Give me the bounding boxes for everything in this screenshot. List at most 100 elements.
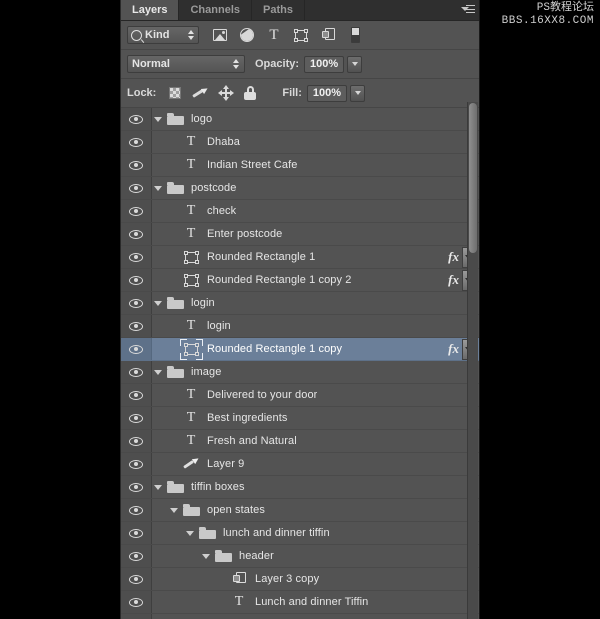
layer-row-body[interactable]: lunch and dinner tiffin bbox=[152, 522, 479, 544]
layer-name[interactable]: postcode bbox=[191, 182, 236, 194]
layer-row-body[interactable]: Layer 3 copy bbox=[152, 568, 479, 590]
layer-name[interactable]: Rounded Rectangle 1 copy bbox=[207, 343, 342, 355]
blend-mode-dropdown[interactable]: Normal bbox=[127, 55, 245, 73]
panel-menu-button[interactable] bbox=[457, 0, 479, 20]
layer-row-body[interactable]: postcode bbox=[152, 177, 479, 199]
layer-thumbnail[interactable] bbox=[164, 481, 186, 493]
layer-thumbnail[interactable]: T bbox=[180, 411, 202, 425]
layer-row-body[interactable]: open states bbox=[152, 499, 479, 521]
layer-row[interactable]: T Dhaba bbox=[121, 131, 479, 154]
layer-thumbnail[interactable]: T bbox=[180, 158, 202, 172]
disclosure-triangle-icon[interactable] bbox=[200, 554, 211, 559]
layer-thumbnail[interactable]: T bbox=[180, 227, 202, 241]
disclosure-triangle-icon[interactable] bbox=[152, 117, 163, 122]
layer-name[interactable]: Lunch and dinner Tiffin bbox=[255, 596, 368, 608]
disclosure-triangle-icon[interactable] bbox=[152, 301, 163, 306]
opacity-value[interactable]: 100% bbox=[304, 55, 345, 73]
layer-visibility-toggle[interactable] bbox=[121, 614, 152, 619]
layer-thumbnail[interactable] bbox=[179, 338, 203, 360]
layer-visibility-toggle[interactable] bbox=[121, 131, 152, 153]
layer-name[interactable]: Indian Street Cafe bbox=[207, 159, 297, 171]
layer-visibility-toggle[interactable] bbox=[121, 407, 152, 429]
layer-row-body[interactable]: Tlogin bbox=[152, 315, 479, 337]
disclosure-triangle-icon[interactable] bbox=[184, 531, 195, 536]
layer-visibility-toggle[interactable] bbox=[121, 223, 152, 245]
layer-thumbnail[interactable] bbox=[196, 527, 218, 539]
layer-row[interactable]: tiffin boxes bbox=[121, 476, 479, 499]
layer-row[interactable]: login bbox=[121, 292, 479, 315]
filter-toggle-switch[interactable] bbox=[347, 27, 363, 43]
layer-visibility-toggle[interactable] bbox=[121, 315, 152, 337]
layer-thumbnail[interactable]: T bbox=[180, 388, 202, 402]
layer-row-body[interactable]: login bbox=[152, 292, 479, 314]
layer-name[interactable]: Layer 3 copy bbox=[255, 573, 319, 585]
fx-icon[interactable]: fx bbox=[448, 341, 459, 357]
layer-visibility-toggle[interactable] bbox=[121, 361, 152, 383]
type-layer-filter-icon[interactable]: T bbox=[266, 27, 282, 43]
layer-thumbnail[interactable] bbox=[180, 455, 202, 471]
layer-row[interactable]: Layer 9 bbox=[121, 453, 479, 476]
layer-visibility-toggle[interactable] bbox=[121, 591, 152, 613]
layer-thumbnail[interactable] bbox=[164, 366, 186, 378]
layer-name[interactable]: Rounded Rectangle 1 copy 2 bbox=[207, 274, 351, 286]
layer-thumbnail[interactable]: T bbox=[180, 319, 202, 333]
layer-thumbnail[interactable] bbox=[180, 504, 202, 516]
lock-position-icon[interactable] bbox=[218, 85, 235, 101]
layer-thumbnail[interactable]: T bbox=[180, 135, 202, 149]
disclosure-triangle-icon[interactable] bbox=[152, 370, 163, 375]
layer-name[interactable]: login bbox=[207, 320, 231, 332]
layer-name[interactable]: Rounded Rectangle 1 bbox=[207, 251, 315, 263]
layer-row[interactable]: T Enter postcode bbox=[121, 223, 479, 246]
layer-row[interactable]: lunch and dinner tiffin bbox=[121, 522, 479, 545]
layer-thumbnail[interactable] bbox=[164, 297, 186, 309]
layer-row-body[interactable]: tiffin boxes bbox=[152, 476, 479, 498]
layer-row-body[interactable]: Tcheck bbox=[152, 200, 479, 222]
layer-row[interactable]: T Delivered to your door bbox=[121, 384, 479, 407]
layer-name[interactable]: lunch and dinner tiffin bbox=[223, 527, 330, 539]
layer-row-body[interactable]: Rounded Rectangle 1 copy 2 fx bbox=[152, 269, 479, 291]
layer-name[interactable]: login bbox=[191, 297, 215, 309]
layer-row[interactable]: Rounded Rectangle 1 copy 2 fx bbox=[121, 269, 479, 292]
layer-visibility-toggle[interactable] bbox=[121, 154, 152, 176]
layer-row[interactable]: postcode bbox=[121, 177, 479, 200]
layer-row-body[interactable]: Layer 9 bbox=[152, 453, 479, 475]
layer-row-body[interactable]: Rounded Rectangle 1 copy fx bbox=[152, 338, 479, 360]
layer-row[interactable]: T Best ingredients bbox=[121, 407, 479, 430]
layer-row-body[interactable]: T Lunch and dinner Tiffin bbox=[152, 591, 479, 613]
shape-layer-filter-icon[interactable] bbox=[293, 27, 309, 43]
layer-row-body[interactable]: T Best ingredients bbox=[152, 407, 479, 429]
layer-thumbnail[interactable]: T bbox=[180, 434, 202, 448]
layer-row[interactable]: Rounded Rectangle 1 fx bbox=[121, 246, 479, 269]
layer-row-body[interactable]: T Enter postcode bbox=[152, 223, 479, 245]
adjustment-layer-filter-icon[interactable] bbox=[239, 27, 255, 43]
layer-row-body[interactable]: T Delivered to your door bbox=[152, 384, 479, 406]
opacity-dropdown-arrow[interactable] bbox=[347, 55, 363, 73]
fx-icon[interactable]: fx bbox=[448, 249, 459, 265]
layer-row[interactable]: header bbox=[121, 545, 479, 568]
layer-row[interactable]: image bbox=[121, 361, 479, 384]
layer-row-body[interactable]: header bbox=[152, 545, 479, 567]
layer-name[interactable]: Delivered to your door bbox=[207, 389, 317, 401]
layer-thumbnail[interactable] bbox=[164, 182, 186, 194]
layer-name[interactable]: Dhaba bbox=[207, 136, 240, 148]
lock-all-icon[interactable] bbox=[244, 86, 257, 100]
layer-thumbnail[interactable] bbox=[180, 273, 202, 287]
disclosure-triangle-icon[interactable] bbox=[168, 508, 179, 513]
layer-row[interactable]: Tcheck bbox=[121, 200, 479, 223]
layer-visibility-toggle[interactable] bbox=[121, 338, 152, 360]
fill-dropdown-arrow[interactable] bbox=[350, 84, 366, 102]
layer-name[interactable]: check bbox=[207, 205, 236, 217]
disclosure-triangle-icon[interactable] bbox=[152, 186, 163, 191]
layer-name[interactable]: logo bbox=[191, 113, 212, 125]
layer-row[interactable]: Rounded Rectangle 1 copy fx bbox=[121, 338, 479, 361]
layer-visibility-toggle[interactable] bbox=[121, 545, 152, 567]
layer-name[interactable]: Fresh and Natural bbox=[207, 435, 297, 447]
layer-row-body[interactable]: T Dhaba bbox=[152, 131, 479, 153]
layer-visibility-toggle[interactable] bbox=[121, 453, 152, 475]
layer-name[interactable]: Layer 9 bbox=[207, 458, 244, 470]
layer-visibility-toggle[interactable] bbox=[121, 246, 152, 268]
layer-row[interactable]: T Fresh and Natural bbox=[121, 430, 479, 453]
lock-transparency-icon[interactable] bbox=[169, 87, 182, 99]
scrollbar-thumb[interactable] bbox=[469, 103, 477, 253]
smart-object-filter-icon[interactable] bbox=[320, 27, 336, 43]
